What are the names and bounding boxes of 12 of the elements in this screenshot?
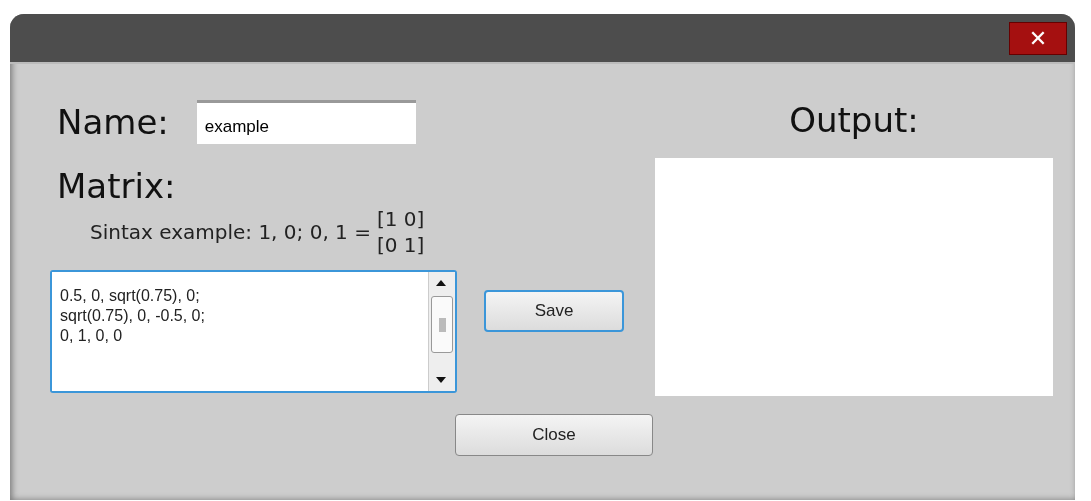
matrix-example-row: [0 1] xyxy=(376,232,425,258)
scrollbar-thumb[interactable] xyxy=(431,296,453,353)
close-button[interactable]: Close xyxy=(455,414,653,456)
matrix-input[interactable]: 0.5, 0, sqrt(0.75), 0; sqrt(0.75), 0, -0.5, 0; 0, 1, 0, 0 xyxy=(50,270,457,393)
matrix-example-row: [1 0] xyxy=(376,206,425,232)
name-label: Name: xyxy=(57,102,169,142)
name-input[interactable]: example xyxy=(196,100,416,144)
save-button[interactable]: Save xyxy=(484,290,624,332)
syntax-hint: Sintax example: 1, 0; 0, 1 = xyxy=(90,220,371,244)
output-label: Output: xyxy=(789,100,919,140)
matrix-label: Matrix: xyxy=(57,166,177,206)
close-icon[interactable]: ✕ xyxy=(1009,22,1067,55)
